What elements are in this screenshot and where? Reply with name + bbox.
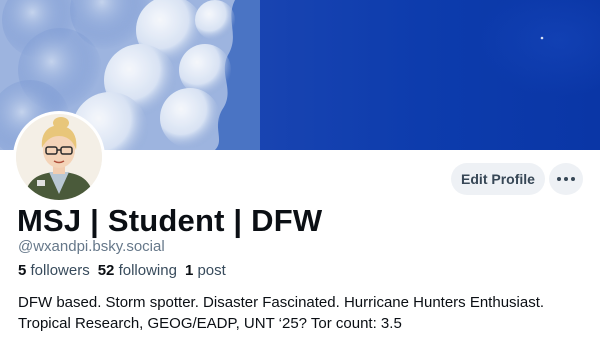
profile-stats: 5 followers 52 following 1 post	[18, 262, 226, 279]
profile-handle: @wxandpi.bsky.social	[18, 238, 165, 255]
bio-line: Tropical Research, GEOG/EADP, UNT ‘25? T…	[18, 315, 402, 332]
followers-count: 5	[18, 262, 27, 279]
ellipsis-icon-dot	[571, 177, 575, 181]
posts-stat: 1 post	[185, 262, 226, 279]
ellipsis-icon-dot	[564, 177, 568, 181]
following-count: 52	[97, 262, 115, 279]
profile-bio: DFW based. Storm spotter. Disaster Fasci…	[18, 292, 588, 334]
following-link[interactable]: 52 following	[98, 262, 177, 279]
followers-link[interactable]: 5 followers	[18, 262, 90, 279]
avatar[interactable]	[16, 114, 102, 200]
more-options-button[interactable]	[549, 163, 583, 195]
avatar-illustration	[16, 114, 102, 200]
following-label: following	[118, 262, 177, 279]
bio-line: DFW based. Storm spotter. Disaster Fasci…	[18, 294, 545, 311]
followers-label: followers	[30, 262, 90, 279]
edit-profile-button[interactable]: Edit Profile	[451, 163, 545, 195]
avatar-frame[interactable]	[13, 111, 105, 203]
profile-display-name: MSJ | Student | DFW	[17, 203, 323, 238]
ellipsis-icon	[557, 177, 561, 181]
posts-label: post	[197, 262, 226, 279]
posts-count: 1	[184, 262, 194, 279]
